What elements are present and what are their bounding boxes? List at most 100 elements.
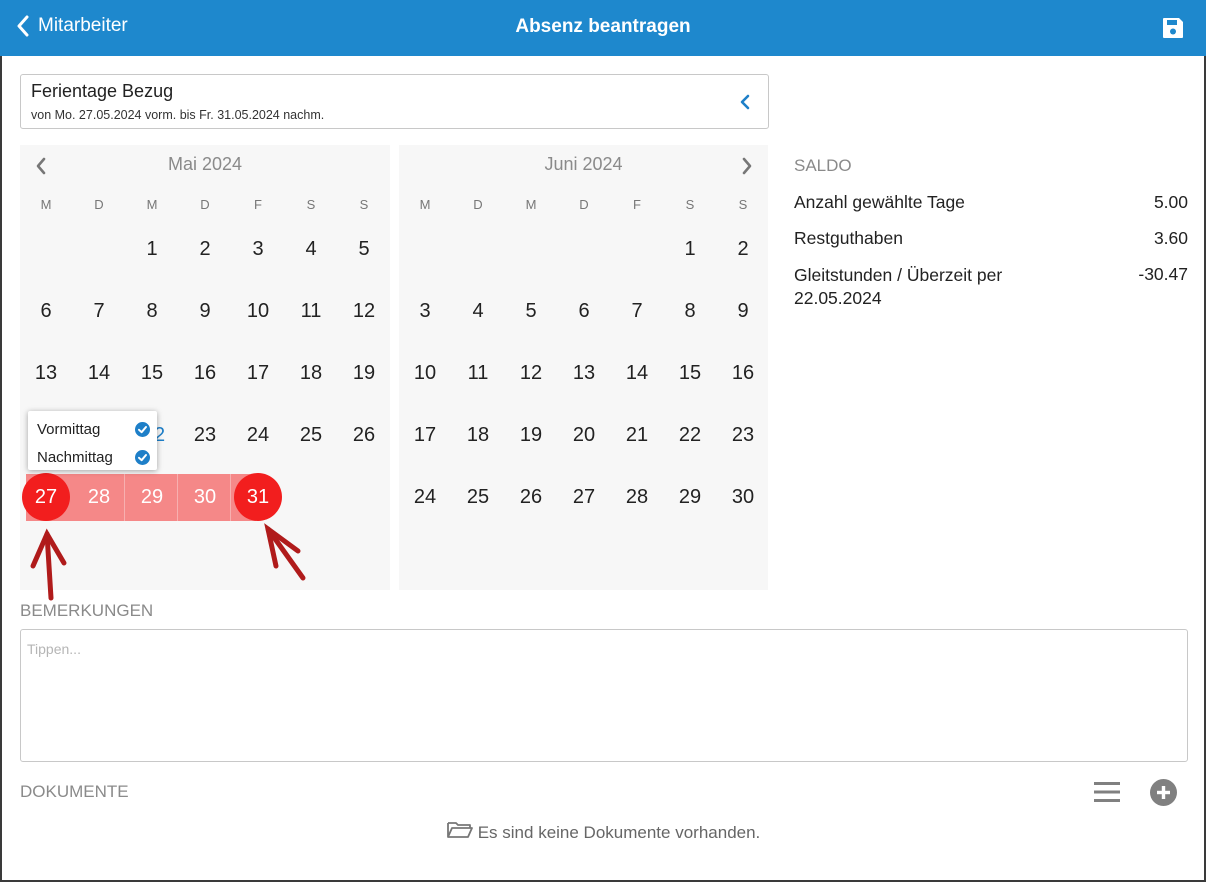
checkmark-circle-icon: [135, 422, 150, 437]
floppy-disk-icon[interactable]: [1162, 17, 1184, 39]
calendar-day[interactable]: 17: [233, 353, 283, 393]
range-divider: [124, 474, 125, 521]
calendar-day[interactable]: 27: [559, 477, 609, 517]
calendar-day[interactable]: 2: [718, 229, 768, 269]
calendar-day[interactable]: 11: [286, 291, 336, 331]
option-label: Nachmittag: [37, 449, 113, 466]
range-end-day[interactable]: 31: [234, 473, 282, 521]
calendar-day[interactable]: 10: [233, 291, 283, 331]
remarks-heading: BEMERKUNGEN: [20, 601, 154, 620]
calendar-day[interactable]: 3: [400, 291, 450, 331]
remarks-input[interactable]: [20, 629, 1188, 762]
top-bar: Mitarbeiter Absenz beantragen: [0, 0, 1206, 56]
weekday-label: M: [419, 197, 431, 212]
calendar-day[interactable]: 26: [339, 415, 389, 455]
calendar-day[interactable]: 9: [718, 291, 768, 331]
calendar-day[interactable]: 24: [400, 477, 450, 517]
weekday-label: S: [738, 197, 748, 212]
calendar-day[interactable]: 18: [453, 415, 503, 455]
calendar-day[interactable]: 24: [233, 415, 283, 455]
weekday-label: D: [94, 197, 104, 212]
calendar-day[interactable]: 14: [612, 353, 662, 393]
folder-open-icon: [446, 822, 473, 838]
half-day-popup: Vormittag Nachmittag: [28, 411, 157, 470]
weekday-label: S: [359, 197, 369, 212]
calendar-day[interactable]: 1: [665, 229, 715, 269]
calendar-day[interactable]: 15: [127, 353, 177, 393]
calendar-day[interactable]: 19: [339, 353, 389, 393]
calendar-day[interactable]: 20: [559, 415, 609, 455]
calendar-day-selected[interactable]: 29: [127, 477, 177, 517]
calendar-day[interactable]: 3: [233, 229, 283, 269]
calendar-day[interactable]: 8: [665, 291, 715, 331]
plus-circle-icon[interactable]: [1150, 779, 1177, 806]
month-title: Mai 2024: [167, 154, 243, 174]
range-divider: [177, 474, 178, 521]
previous-month-icon[interactable]: [34, 157, 48, 175]
weekday-label: F: [633, 197, 641, 212]
calendar-day[interactable]: 5: [339, 229, 389, 269]
calendar-day[interactable]: 25: [286, 415, 336, 455]
list-icon[interactable]: [1094, 780, 1120, 804]
calendar-day[interactable]: 30: [718, 477, 768, 517]
documents-empty-text: Es sind keine Dokumente vorhanden.: [477, 823, 761, 842]
saldo-value-overtime: -30.47: [1138, 264, 1188, 284]
calendar-day[interactable]: 23: [180, 415, 230, 455]
weekday-label: M: [40, 197, 52, 212]
calendar-day[interactable]: 9: [180, 291, 230, 331]
calendar-day[interactable]: 22: [665, 415, 715, 455]
calendar-day[interactable]: 28: [612, 477, 662, 517]
calendar-month-june: Juni 2024 M D M D F S S 1 2 3 4 5 6 7 8 9 10 11 12 13 14 15 16…: [399, 145, 768, 590]
calendar-day[interactable]: 7: [74, 291, 124, 331]
weekday-label: D: [579, 197, 589, 212]
absence-period-summary: von Mo. 27.05.2024 vorm. bis Fr. 31.05.2…: [31, 108, 325, 122]
calendar-day[interactable]: 19: [506, 415, 556, 455]
weekday-label: S: [306, 197, 316, 212]
calendar-day[interactable]: 7: [612, 291, 662, 331]
calendar-day[interactable]: 14: [74, 353, 124, 393]
calendar-day[interactable]: 5: [506, 291, 556, 331]
calendar-day[interactable]: 29: [665, 477, 715, 517]
absence-type-selector[interactable]: Ferientage Bezug von Mo. 27.05.2024 vorm…: [20, 74, 769, 129]
calendar-day-selected[interactable]: 28: [74, 477, 124, 517]
calendar-day[interactable]: 17: [400, 415, 450, 455]
saldo-heading: SALDO: [794, 156, 852, 175]
weekday-label: F: [254, 197, 262, 212]
calendar-day[interactable]: 12: [506, 353, 556, 393]
absence-type-title: Ferientage Bezug: [31, 81, 174, 101]
calendar-day[interactable]: 1: [127, 229, 177, 269]
calendar-day[interactable]: 23: [718, 415, 768, 455]
calendar-day[interactable]: 4: [453, 291, 503, 331]
option-label: Vormittag: [37, 421, 101, 438]
checkmark-circle-icon: [135, 450, 150, 465]
calendar-day[interactable]: 25: [453, 477, 503, 517]
saldo-label-selected-days: Anzahl gewählte Tage: [794, 192, 965, 212]
calendar-day[interactable]: 18: [286, 353, 336, 393]
next-month-icon[interactable]: [740, 157, 754, 175]
calendar-day[interactable]: 8: [127, 291, 177, 331]
documents-heading: DOKUMENTE: [20, 782, 129, 801]
calendar-day[interactable]: 13: [21, 353, 71, 393]
calendar-day-selected[interactable]: 30: [180, 477, 230, 517]
calendar-day[interactable]: 2: [180, 229, 230, 269]
calendar-day[interactable]: 21: [612, 415, 662, 455]
calendar-day[interactable]: 10: [400, 353, 450, 393]
saldo-label-overtime: Gleitstunden / Überzeit per 22.05.2024: [794, 265, 1003, 308]
calendar-day[interactable]: 4: [286, 229, 336, 269]
calendar-day[interactable]: 11: [453, 353, 503, 393]
calendar-day[interactable]: 26: [506, 477, 556, 517]
calendar-day[interactable]: 16: [180, 353, 230, 393]
saldo-value-selected-days: 5.00: [1153, 192, 1188, 212]
calendar-day[interactable]: 6: [559, 291, 609, 331]
month-title: Juni 2024: [544, 154, 623, 174]
range-start-day[interactable]: 27: [22, 473, 70, 521]
calendar-day[interactable]: 15: [665, 353, 715, 393]
range-divider: [230, 474, 231, 521]
calendar-day[interactable]: 16: [718, 353, 768, 393]
calendar-day[interactable]: 12: [339, 291, 389, 331]
saldo-value-remaining: 3.60: [1153, 228, 1188, 248]
documents-empty-state: Es sind keine Dokumente vorhanden.: [0, 820, 1206, 843]
calendar-month-may: Mai 2024 M D M D F S S 1 2 3 4 5 6 7 8 9 10 11 12 13 14 15 16 1…: [20, 145, 390, 590]
calendar-day[interactable]: 13: [559, 353, 609, 393]
calendar-day[interactable]: 6: [21, 291, 71, 331]
